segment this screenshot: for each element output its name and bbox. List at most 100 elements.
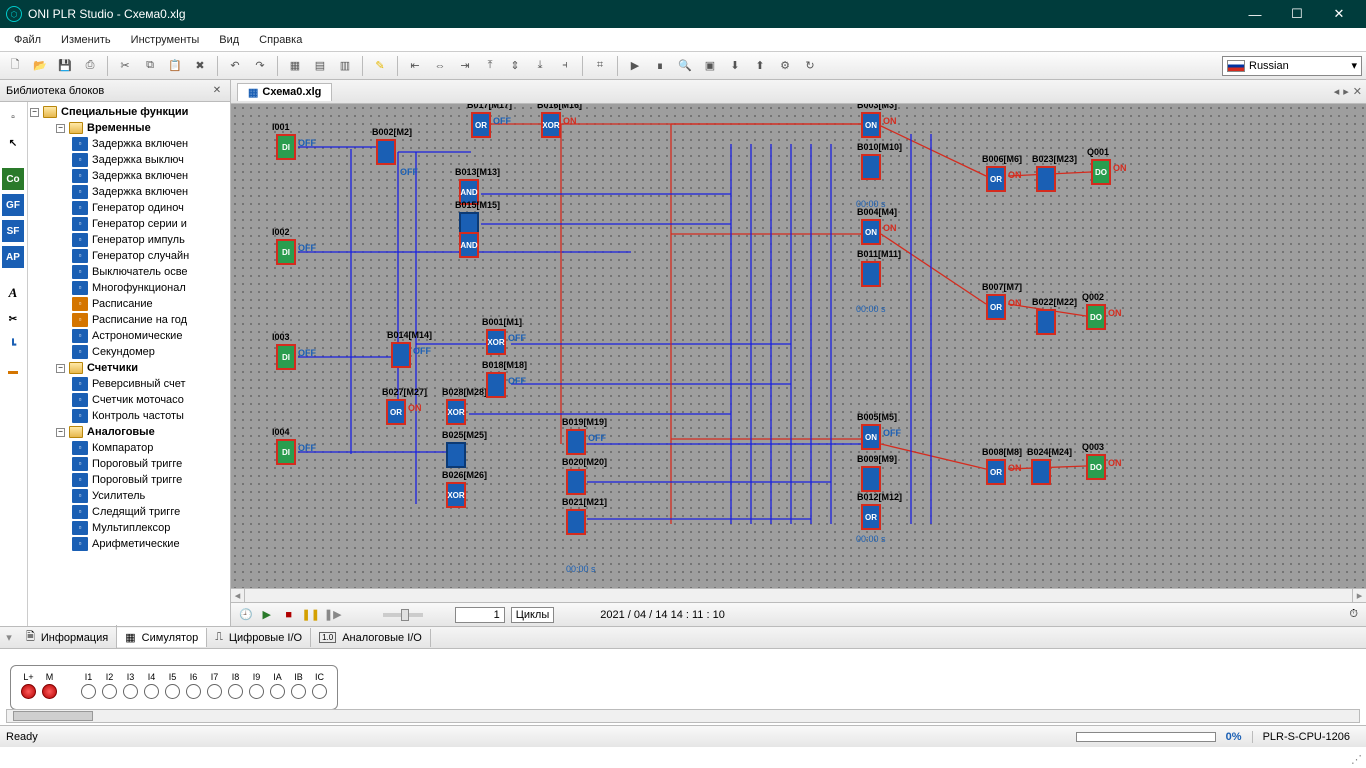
tree-item[interactable]: ▫Астрономические — [28, 328, 230, 344]
block[interactable]: XOR — [541, 112, 561, 138]
tree-folder[interactable]: −Аналоговые — [28, 424, 230, 440]
block[interactable]: DO — [1086, 304, 1106, 330]
tree-item[interactable]: ▫Счетчик моточасо — [28, 392, 230, 408]
tree-item[interactable]: ▫Арифметические — [28, 536, 230, 552]
cycles-input[interactable]: 1 — [455, 607, 505, 623]
block[interactable] — [861, 466, 881, 492]
io-led[interactable]: I3 — [123, 672, 138, 699]
tree-item[interactable]: ▫Секундомер — [28, 344, 230, 360]
tree-item[interactable]: ▫Реверсивный счет — [28, 376, 230, 392]
io-led[interactable]: I9 — [249, 672, 264, 699]
sim-pause-button[interactable]: ❚❚ — [303, 607, 319, 623]
io-led[interactable]: I5 — [165, 672, 180, 699]
tree-item[interactable]: ▫Генератор импуль — [28, 232, 230, 248]
tool-text-icon[interactable]: A — [2, 282, 24, 304]
tree-item[interactable]: ▫Пороговый тригге — [28, 456, 230, 472]
tree-item[interactable]: ▫Задержка выключ — [28, 152, 230, 168]
tree-item[interactable]: ▫Генератор одиноч — [28, 200, 230, 216]
block[interactable] — [1031, 459, 1051, 485]
document-tab[interactable]: ▦ Схема0.xlg — [237, 83, 332, 101]
io-led[interactable]: I6 — [186, 672, 201, 699]
settings-icon[interactable]: ⚙ — [774, 55, 796, 77]
menu-tools[interactable]: Инструменты — [121, 31, 210, 49]
tool-cut-icon[interactable]: ✂ — [2, 308, 24, 330]
tool-gf[interactable]: GF — [2, 194, 24, 216]
tree-item[interactable]: ▫Расписание на год — [28, 312, 230, 328]
open-file-icon[interactable]: 📂 — [29, 55, 51, 77]
block[interactable] — [486, 372, 506, 398]
io-led[interactable]: I8 — [228, 672, 243, 699]
menu-edit[interactable]: Изменить — [51, 31, 121, 49]
sim-clock2-icon[interactable]: ⏱ — [1349, 608, 1358, 621]
chip-icon[interactable]: ▣ — [699, 55, 721, 77]
save-icon[interactable]: 💾 — [54, 55, 76, 77]
tree-item[interactable]: ▫Контроль частоты — [28, 408, 230, 424]
tree-item[interactable]: ▫Следящий тригге — [28, 504, 230, 520]
block[interactable] — [1036, 309, 1056, 335]
block[interactable] — [446, 442, 466, 468]
run-icon[interactable]: ▶ — [624, 55, 646, 77]
maximize-button[interactable]: ☐ — [1276, 0, 1318, 28]
tab-close-icon[interactable]: ✕ — [1353, 85, 1362, 98]
block[interactable]: DI — [276, 239, 296, 265]
tree-item[interactable]: ▫Генератор случайн — [28, 248, 230, 264]
tree-item[interactable]: ▫Выключатель осве — [28, 264, 230, 280]
block[interactable] — [566, 509, 586, 535]
tree-folder[interactable]: −Временные — [28, 120, 230, 136]
sim-play-button[interactable]: ▶ — [259, 607, 275, 623]
io-led[interactable]: L+ — [21, 672, 36, 699]
highlight-icon[interactable]: ✎ — [369, 55, 391, 77]
align-top-icon[interactable]: ⤒ — [479, 55, 501, 77]
cut-icon[interactable]: ✂ — [114, 55, 136, 77]
block[interactable]: DI — [276, 344, 296, 370]
tree-item[interactable]: ▫Мультиплексор — [28, 520, 230, 536]
resize-grip-icon[interactable]: ⋰ — [1351, 753, 1362, 766]
align-left-icon[interactable]: ⇤ — [404, 55, 426, 77]
sim-slider[interactable] — [383, 613, 423, 617]
sim-scrollbar[interactable] — [6, 709, 1360, 723]
tool-pointer-icon[interactable]: ↖ — [2, 132, 24, 154]
tool-wire-icon[interactable]: ┗ — [2, 334, 24, 356]
tool-co[interactable]: Co — [2, 168, 24, 190]
redo-icon[interactable]: ↷ — [249, 55, 271, 77]
layers-icon[interactable]: ▤ — [309, 55, 331, 77]
tab-next-icon[interactable]: ▸ — [1343, 85, 1349, 98]
block[interactable]: OR — [986, 166, 1006, 192]
select-all-icon[interactable]: ⌗ — [589, 55, 611, 77]
block[interactable] — [861, 261, 881, 287]
menu-help[interactable]: Справка — [249, 31, 312, 49]
io-led[interactable]: IC — [312, 672, 327, 699]
grid-icon[interactable]: ▦ — [284, 55, 306, 77]
minimize-button[interactable]: — — [1234, 0, 1276, 28]
pause-icon[interactable]: ∎ — [649, 55, 671, 77]
paste-icon[interactable]: 📋 — [164, 55, 186, 77]
tab-digital-io[interactable]: ⎍Цифровые I/O — [207, 628, 311, 647]
tree-item[interactable]: ▫Пороговый тригге — [28, 472, 230, 488]
distribute-icon[interactable]: ⫞ — [554, 55, 576, 77]
align-center-icon[interactable]: ⇔ — [429, 55, 451, 77]
io-led[interactable]: I1 — [81, 672, 96, 699]
sim-stop-button[interactable]: ■ — [281, 607, 297, 623]
block[interactable]: OR — [386, 399, 406, 425]
library-close-icon[interactable]: ✕ — [210, 84, 224, 98]
diagram-canvas[interactable]: DII001OFFDII002OFFDII003OFFDII004OFFB002… — [231, 104, 1366, 588]
io-led[interactable]: IA — [270, 672, 285, 699]
tree-folder[interactable]: −Счетчики — [28, 360, 230, 376]
block[interactable]: XOR — [446, 482, 466, 508]
language-selector[interactable]: Russian ▾ — [1222, 56, 1362, 76]
io-led[interactable]: I4 — [144, 672, 159, 699]
tree-item[interactable]: ▫Задержка включен — [28, 168, 230, 184]
block[interactable]: OR — [986, 459, 1006, 485]
upload-icon[interactable]: ⬆ — [749, 55, 771, 77]
block[interactable] — [376, 139, 396, 165]
block[interactable] — [566, 429, 586, 455]
tree-item[interactable]: ▫Компаратор — [28, 440, 230, 456]
refresh-icon[interactable]: ↻ — [799, 55, 821, 77]
tree-item[interactable]: ▫Многофункционал — [28, 280, 230, 296]
expand-icon[interactable]: ▾ — [0, 631, 18, 644]
align-bot-icon[interactable]: ⤓ — [529, 55, 551, 77]
layers2-icon[interactable]: ▥ — [334, 55, 356, 77]
undo-icon[interactable]: ↶ — [224, 55, 246, 77]
io-led[interactable]: I7 — [207, 672, 222, 699]
tool-ap[interactable]: AP — [2, 246, 24, 268]
